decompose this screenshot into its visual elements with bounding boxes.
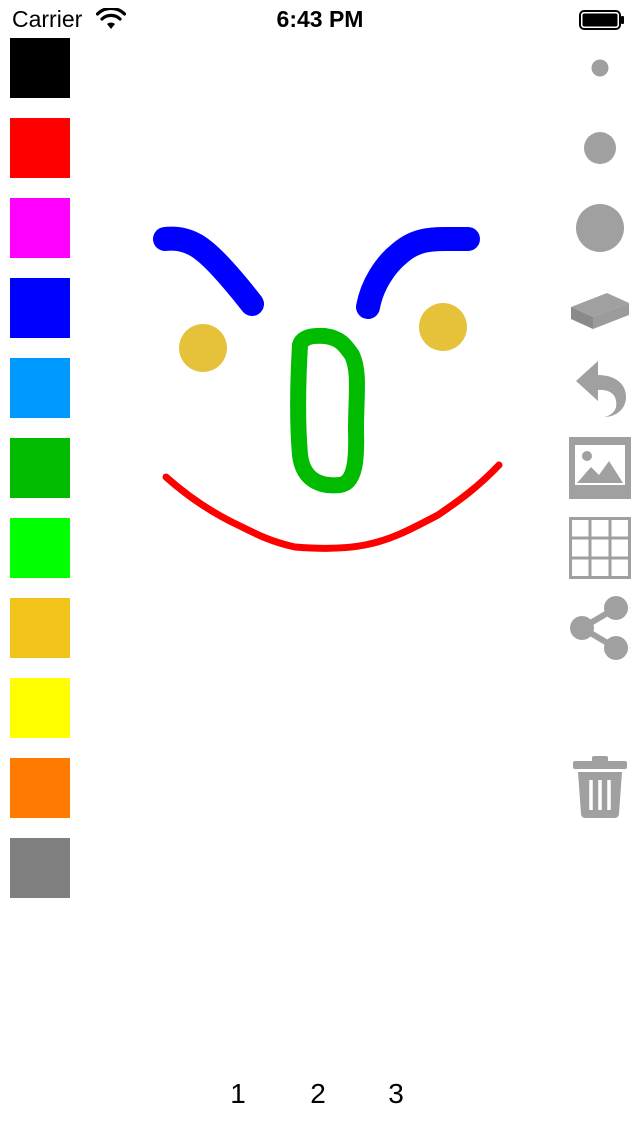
grid-icon	[569, 517, 631, 579]
color-swatch-green[interactable]	[10, 438, 70, 498]
undo-button[interactable]	[560, 358, 640, 420]
right-cheek-dot	[419, 303, 467, 351]
battery-icon	[579, 10, 624, 30]
page-2-button[interactable]: 2	[298, 1078, 338, 1110]
drawing-canvas[interactable]	[80, 40, 560, 1070]
brush-large-button[interactable]	[560, 200, 640, 256]
color-swatch-yellow[interactable]	[10, 678, 70, 738]
status-time: 6:43 PM	[276, 6, 364, 32]
page-3-button[interactable]: 3	[376, 1078, 416, 1110]
share-button[interactable]	[560, 594, 640, 662]
color-swatch-sky-blue[interactable]	[10, 358, 70, 418]
eraser-button[interactable]	[560, 284, 640, 334]
brush-large-icon	[576, 204, 624, 252]
page-selector: 1 2 3	[0, 1078, 640, 1118]
color-swatch-gold[interactable]	[10, 598, 70, 658]
trash-button[interactable]	[560, 754, 640, 820]
drawing-surface	[153, 226, 503, 552]
page-1-button[interactable]: 1	[218, 1078, 258, 1110]
left-cheek-dot	[179, 324, 227, 372]
brush-small-button[interactable]	[560, 50, 640, 86]
left-eyebrow-stroke	[153, 226, 264, 316]
undo-icon	[576, 361, 626, 417]
brush-medium-button[interactable]	[560, 128, 640, 168]
color-swatch-black[interactable]	[10, 38, 70, 98]
trash-icon	[573, 756, 627, 818]
color-swatch-orange[interactable]	[10, 758, 70, 818]
insert-image-button[interactable]	[560, 436, 640, 500]
color-swatch-red[interactable]	[10, 118, 70, 178]
image-icon	[569, 437, 631, 499]
brush-small-icon	[591, 59, 609, 77]
nose-stroke	[290, 327, 365, 494]
status-bar: Carrier 6:43 PM	[0, 0, 640, 40]
color-swatch-blue[interactable]	[10, 278, 70, 338]
brush-medium-icon	[584, 132, 616, 164]
share-icon	[570, 596, 628, 660]
eraser-icon	[571, 293, 629, 329]
right-eyebrow-stroke	[356, 227, 480, 319]
grid-button[interactable]	[560, 516, 640, 580]
color-swatch-magenta[interactable]	[10, 198, 70, 258]
color-swatch-lime[interactable]	[10, 518, 70, 578]
tools-toolbar	[560, 40, 640, 840]
color-swatch-gray[interactable]	[10, 838, 70, 898]
